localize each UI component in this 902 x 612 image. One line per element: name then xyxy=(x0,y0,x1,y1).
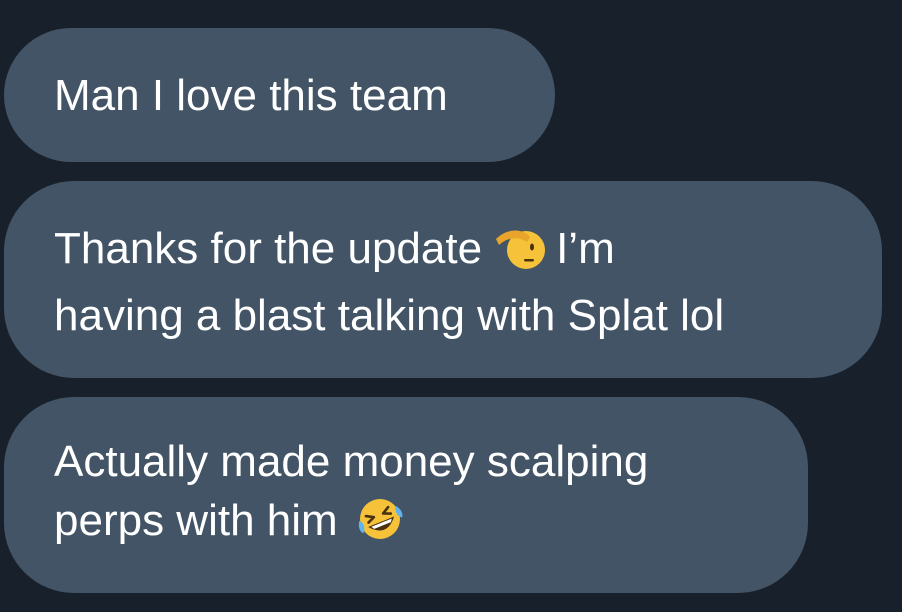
message-thread: Man I love this team Thanks for the upda… xyxy=(0,0,902,612)
message-bubble[interactable]: Thanks for the update I’m having a blast… xyxy=(4,181,882,378)
saluting-face-icon xyxy=(494,225,546,286)
message-text: Actually made money scalping xyxy=(54,437,649,486)
message-text: perps with him xyxy=(54,496,338,545)
message-line: Thanks for the update I’m xyxy=(54,219,882,286)
message-text: I’m xyxy=(556,224,615,273)
message-bubble[interactable]: Man I love this team xyxy=(4,28,555,162)
message-text: Thanks for the update xyxy=(54,224,483,273)
message-line: perps with him xyxy=(54,491,808,558)
message-bubble[interactable]: Actually made money scalping perps with … xyxy=(4,397,808,593)
message-text: having a blast talking with Splat lol xyxy=(54,291,725,340)
message-text: Man I love this team xyxy=(54,71,448,120)
rolling-on-floor-laughing-icon xyxy=(354,495,406,558)
